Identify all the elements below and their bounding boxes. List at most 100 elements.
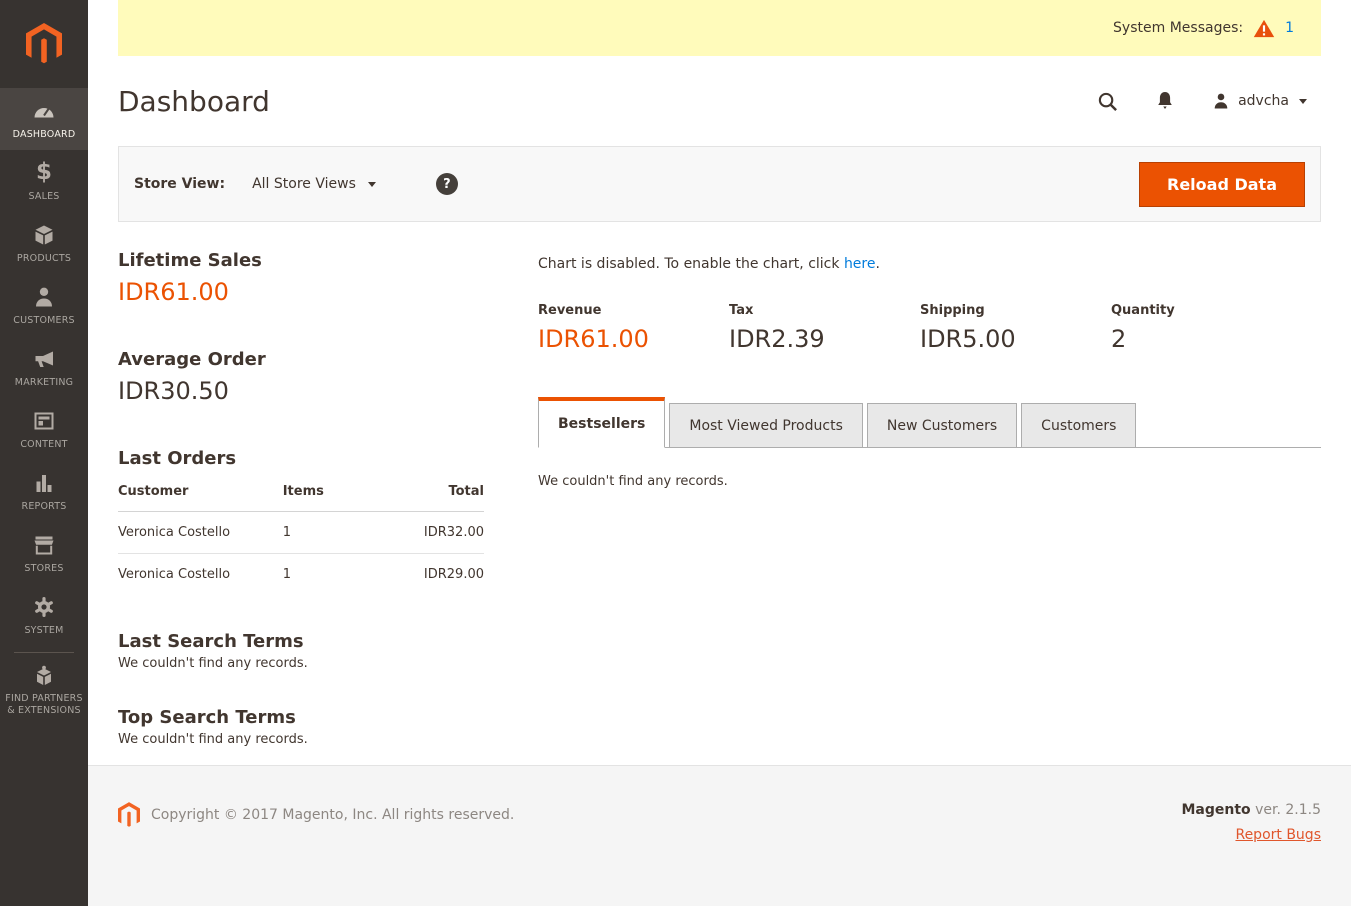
metric-label: Tax [729, 303, 920, 318]
sidebar-item-marketing[interactable]: MARKETING [0, 336, 88, 398]
magento-logo-icon [26, 23, 62, 65]
system-messages-count[interactable]: 1 [1285, 20, 1294, 36]
sidebar-item-dashboard[interactable]: DASHBOARD [0, 88, 88, 150]
footer-version-wrap: Magento ver. 2.1.5 Report Bugs [1181, 802, 1321, 843]
metric-value: 2 [1111, 325, 1302, 353]
sidebar-divider [14, 652, 74, 653]
main-area: System Messages: 1 Dashboard [88, 0, 1351, 906]
products-box-icon [32, 222, 56, 248]
lifetime-sales-title: Lifetime Sales [118, 250, 484, 271]
last-search-terms-block: Last Search Terms We couldn't find any r… [118, 631, 484, 671]
sidebar-item-reports[interactable]: REPORTS [0, 460, 88, 522]
order-total: IDR29.00 [382, 554, 484, 596]
magento-footer-logo-icon [118, 802, 140, 828]
chart-notice-period: . [876, 256, 880, 272]
page-header: Dashboard advcha [88, 56, 1351, 146]
sidebar-item-label: CONTENT [20, 439, 67, 451]
sidebar-item-system[interactable]: SYSTEM [0, 584, 88, 646]
footer-copyright-wrap: Copyright © 2017 Magento, Inc. All right… [118, 802, 514, 828]
metric-value: IDR5.00 [920, 325, 1111, 353]
magento-logo[interactable] [0, 0, 88, 88]
tab-most-viewed-products[interactable]: Most Viewed Products [669, 403, 863, 447]
metric-tax: Tax IDR2.39 [729, 303, 920, 353]
empty-records-message: We couldn't find any records. [538, 474, 728, 489]
sidebar-item-label: SALES [28, 191, 59, 203]
metric-label: Revenue [538, 303, 729, 318]
extensions-package-icon [32, 663, 56, 688]
sidebar-item-customers[interactable]: CUSTOMERS [0, 274, 88, 336]
sidebar-item-label: CUSTOMERS [13, 315, 75, 327]
metric-label: Quantity [1111, 303, 1302, 318]
order-items: 1 [283, 512, 382, 554]
sidebar-item-label: PRODUCTS [17, 253, 71, 265]
admin-sidebar: DASHBOARD $ SALES PRODUCTS CUSTOMERS [0, 0, 88, 906]
user-avatar-icon [1212, 92, 1230, 110]
dashboard-tabs: Bestsellers Most Viewed Products New Cus… [538, 397, 1321, 448]
sidebar-item-sales[interactable]: $ SALES [0, 150, 88, 212]
store-view-value: All Store Views [252, 176, 356, 192]
table-row[interactable]: Veronica Costello 1 IDR32.00 [118, 512, 484, 554]
sidebar-item-stores[interactable]: STORES [0, 522, 88, 584]
average-order-value: IDR30.50 [118, 377, 484, 405]
content-layout-icon [32, 408, 56, 434]
last-search-terms-title: Last Search Terms [118, 631, 484, 652]
warning-triangle-icon[interactable] [1253, 19, 1275, 38]
reports-bars-icon [32, 470, 56, 496]
footer: Copyright © 2017 Magento, Inc. All right… [88, 765, 1351, 906]
right-column: Chart is disabled. To enable the chart, … [538, 250, 1321, 745]
enable-chart-link[interactable]: here [844, 256, 876, 272]
sidebar-item-find-partners[interactable]: FIND PARTNERS & EXTENSIONS [0, 659, 88, 721]
last-orders-title: Last Orders [118, 448, 484, 469]
sidebar-item-label: FIND PARTNERS & EXTENSIONS [2, 693, 86, 717]
average-order-block: Average Order IDR30.50 [118, 349, 484, 405]
average-order-title: Average Order [118, 349, 484, 370]
report-bugs-link[interactable]: Report Bugs [1235, 827, 1321, 843]
sidebar-item-content[interactable]: CONTENT [0, 398, 88, 460]
metric-value: IDR61.00 [538, 325, 729, 353]
customers-person-icon [32, 284, 56, 310]
chart-notice-text: Chart is disabled. To enable the chart, … [538, 256, 844, 272]
metric-revenue: Revenue IDR61.00 [538, 303, 729, 353]
dashboard-content: Lifetime Sales IDR61.00 Average Order ID… [88, 222, 1351, 765]
sidebar-item-products[interactable]: PRODUCTS [0, 212, 88, 274]
help-icon[interactable]: ? [436, 173, 458, 195]
order-customer: Veronica Costello [118, 554, 283, 596]
sidebar-item-label: SYSTEM [24, 625, 63, 637]
notifications-bell-icon[interactable] [1156, 91, 1174, 111]
order-total: IDR32.00 [382, 512, 484, 554]
sidebar-item-label: STORES [24, 563, 63, 575]
header-actions: advcha [1097, 91, 1307, 112]
system-messages-label: System Messages: [1113, 20, 1243, 36]
search-icon[interactable] [1097, 91, 1118, 112]
order-customer: Veronica Costello [118, 512, 283, 554]
tab-customers[interactable]: Customers [1021, 403, 1136, 447]
tab-new-customers[interactable]: New Customers [867, 403, 1017, 447]
column-header-total[interactable]: Total [382, 476, 484, 512]
lifetime-sales-block: Lifetime Sales IDR61.00 [118, 250, 484, 306]
username: advcha [1238, 93, 1289, 109]
user-menu[interactable]: advcha [1212, 92, 1307, 110]
order-items: 1 [283, 554, 382, 596]
dashboard-toolbar: Store View: All Store Views ? Reload Dat… [118, 146, 1321, 222]
system-gear-icon [32, 594, 56, 620]
sidebar-item-label: MARKETING [15, 377, 73, 389]
top-search-terms-block: Top Search Terms We couldn't find any re… [118, 707, 484, 747]
stores-storefront-icon [32, 532, 56, 558]
tab-bestsellers[interactable]: Bestsellers [538, 397, 665, 448]
footer-version: ver. 2.1.5 [1255, 802, 1321, 818]
metric-shipping: Shipping IDR5.00 [920, 303, 1111, 353]
copyright-text: Copyright © 2017 Magento, Inc. All right… [151, 807, 514, 823]
empty-records-message: We couldn't find any records. [118, 732, 484, 747]
column-header-customer[interactable]: Customer [118, 476, 283, 512]
last-orders-block: Last Orders Customer Items Total Veronic… [118, 448, 484, 595]
store-view-select[interactable]: All Store Views [252, 176, 376, 192]
column-header-items[interactable]: Items [283, 476, 382, 512]
chevron-down-icon [1299, 99, 1307, 104]
sales-dollar-icon: $ [36, 160, 52, 186]
chart-disabled-notice: Chart is disabled. To enable the chart, … [538, 256, 1321, 272]
reload-data-button[interactable]: Reload Data [1139, 162, 1305, 207]
table-row[interactable]: Veronica Costello 1 IDR29.00 [118, 554, 484, 596]
dashboard-gauge-icon [31, 98, 57, 124]
sidebar-item-label: REPORTS [22, 501, 67, 513]
last-orders-table: Customer Items Total Veronica Costello 1… [118, 476, 484, 595]
